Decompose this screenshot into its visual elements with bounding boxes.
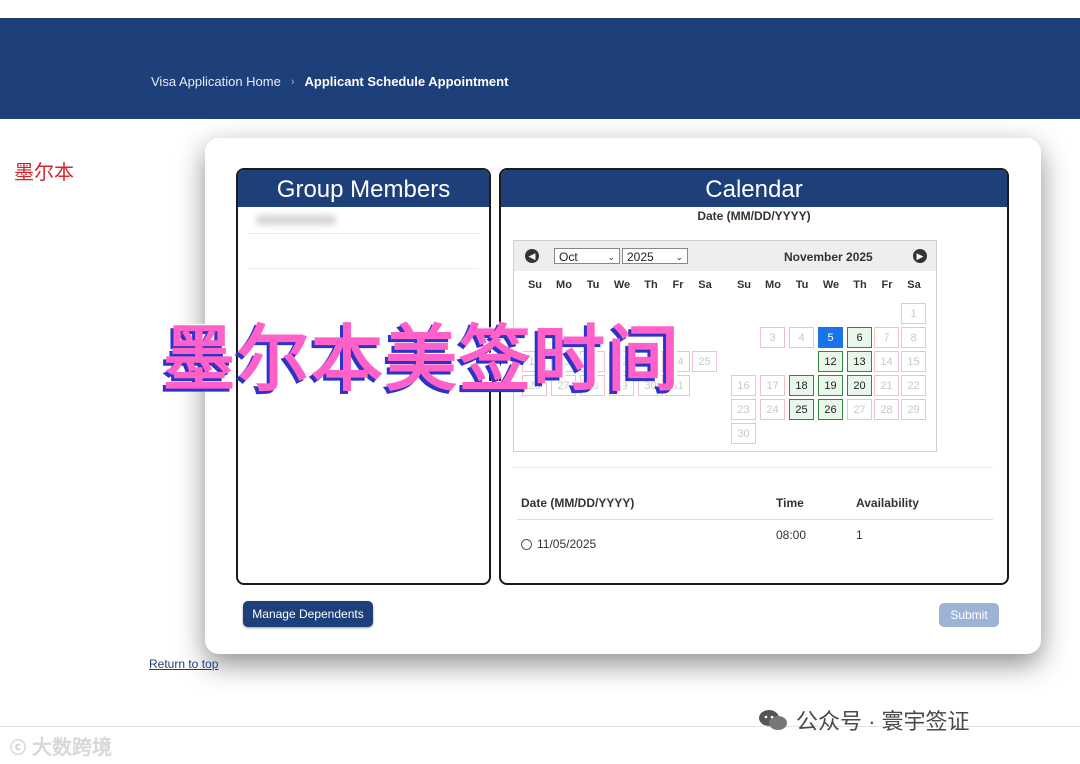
calendar-day: 3	[760, 327, 785, 348]
calendar-day: 4	[789, 327, 814, 348]
group-member-row-empty	[248, 234, 479, 269]
weekday-label: Su	[527, 279, 543, 291]
calendar-day-available[interactable]: 25	[789, 399, 814, 420]
calendar-day: 24	[760, 399, 785, 420]
month-title: November 2025	[784, 250, 873, 264]
slot-availability: 1	[856, 528, 863, 542]
slot-date: 11/05/2025	[537, 537, 597, 551]
divider	[513, 467, 993, 468]
weekday-label: We	[613, 279, 631, 291]
weekday-label: Fr	[881, 279, 893, 291]
breadcrumb: Visa Application Home › Applicant Schedu…	[151, 74, 508, 89]
year-select[interactable]: 2025 ⌄	[622, 248, 688, 264]
wechat-icon	[758, 708, 788, 732]
watermark-right-text: 公众号 · 寰宇签证	[796, 709, 970, 734]
weekday-label: Tu	[795, 279, 809, 291]
city-label: 墨尔本	[14, 162, 74, 184]
calendar-day: 17	[760, 375, 785, 396]
calendar-day: 1	[901, 303, 926, 324]
submit-button[interactable]: Submit	[939, 603, 999, 627]
calendar-day: 8	[901, 327, 926, 348]
calendar-day: 14	[874, 351, 899, 372]
calendar-day: 7	[874, 327, 899, 348]
calendar-day: 16	[731, 375, 756, 396]
slot-header-availability: Availability	[856, 496, 919, 510]
slot-radio[interactable]	[521, 539, 532, 550]
calendar-day: 25	[692, 351, 717, 372]
manage-dependents-button[interactable]: Manage Dependents	[243, 601, 373, 627]
group-member-row[interactable]	[248, 209, 479, 234]
watermark-left: ⓒ 大数跨境	[10, 731, 112, 760]
calendar-day: 21	[874, 375, 899, 396]
weekday-label: Tu	[586, 279, 600, 291]
divider	[517, 519, 993, 520]
weekday-label: Sa	[907, 279, 921, 291]
weekday-label: Mo	[556, 279, 572, 291]
calendar-day-available[interactable]: 18	[789, 375, 814, 396]
weekday-label: Mo	[765, 279, 781, 291]
calendar-day-available[interactable]: 6	[847, 327, 872, 348]
date-format-label: Date (MM/DD/YYYY)	[697, 209, 811, 223]
slot-time: 08:00	[776, 528, 807, 542]
date-picker-header: ◀ Oct ⌄ 2025 ⌄ November 2025 ▶	[514, 241, 936, 271]
overlay-caption: 墨尔本美签时间	[163, 320, 682, 400]
calendar-day: 30	[731, 423, 756, 444]
watermark-right: 公众号 · 寰宇签证	[758, 704, 970, 736]
slot-header-time: Time	[776, 496, 804, 510]
chevron-down-icon: ⌄	[607, 252, 615, 262]
next-month-icon[interactable]: ▶	[913, 249, 927, 263]
blurred-member-name	[256, 215, 336, 225]
weekday-label: Su	[736, 279, 752, 291]
calendar-day-available[interactable]: 20	[847, 375, 872, 396]
calendar-day: 15	[901, 351, 926, 372]
return-to-top-link[interactable]: Return to top	[149, 657, 218, 671]
calendar-title: Calendar	[501, 170, 1007, 207]
watermark-left-text: 大数跨境	[32, 737, 113, 759]
calendar-day: 28	[874, 399, 899, 420]
calendar-day-available[interactable]: 19	[818, 375, 843, 396]
calendar-day: 29	[901, 399, 926, 420]
weekday-label: Sa	[698, 279, 712, 291]
month-select[interactable]: Oct ⌄	[554, 248, 620, 264]
top-header-bar: Visa Application Home › Applicant Schedu…	[0, 18, 1080, 119]
weekday-label: We	[822, 279, 840, 291]
calendar-day-available[interactable]: 13	[847, 351, 872, 372]
breadcrumb-current: Applicant Schedule Appointment	[304, 74, 509, 89]
calendar-day: 23	[731, 399, 756, 420]
chevron-down-icon: ⌄	[675, 252, 683, 262]
slot-header-date: Date (MM/DD/YYYY)	[521, 496, 635, 510]
year-select-value: 2025	[627, 250, 654, 264]
calendar-day: 27	[847, 399, 872, 420]
calendar-day-available[interactable]: 12	[818, 351, 843, 372]
prev-month-icon[interactable]: ◀	[525, 249, 539, 263]
calendar-day-available[interactable]: 26	[818, 399, 843, 420]
month-select-value: Oct	[559, 250, 578, 264]
breadcrumb-separator: ›	[290, 75, 295, 88]
weekday-label: Th	[853, 279, 867, 291]
weekday-label: Th	[644, 279, 658, 291]
weekday-label: Fr	[672, 279, 684, 291]
breadcrumb-home-link[interactable]: Visa Application Home	[151, 74, 281, 89]
group-members-title: Group Members	[238, 170, 489, 207]
calendar-day-selected[interactable]: 5	[818, 327, 843, 348]
brand-logo-icon: ⓒ	[10, 739, 27, 757]
calendar-day: 22	[901, 375, 926, 396]
